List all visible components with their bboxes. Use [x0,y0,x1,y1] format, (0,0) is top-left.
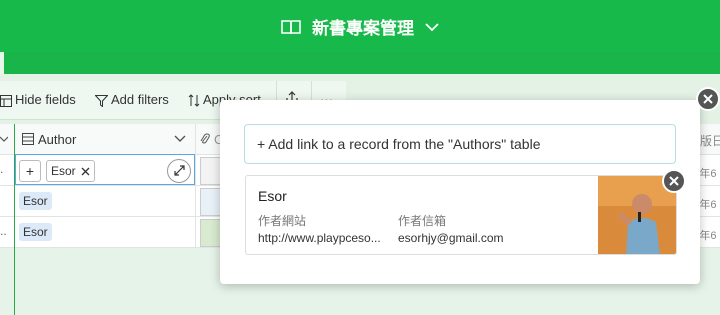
record-field-value: esorhjy@gmail.com [398,231,504,245]
remove-record-button[interactable] [662,169,686,193]
linked-record-chip[interactable]: Esor [19,192,52,210]
close-icon [703,94,713,104]
author-column-header[interactable]: Author [38,132,76,147]
add-link-input[interactable]: + Add link to a record from the "Authors… [244,124,676,164]
base-title[interactable]: 新書專案管理 [0,14,720,39]
cover-thumbnail[interactable] [200,219,222,247]
close-popup-button[interactable] [696,87,720,111]
close-icon [669,176,679,186]
filter-icon [94,94,109,108]
row-stub: . [0,162,4,176]
add-link-button[interactable]: + [19,160,41,182]
add-filters-button[interactable]: Add filters [94,91,169,109]
book-icon [281,19,302,34]
base-title-text: 新書專案管理 [312,19,414,38]
link-field-icon [22,133,34,145]
close-icon[interactable] [81,167,90,176]
frozen-column-edge [14,124,15,315]
app-header: 新書專案管理 [0,0,720,52]
add-filters-label: Add filters [111,92,169,107]
column-divider [195,124,196,248]
cover-thumbnail[interactable] [200,188,222,216]
cover-thumbnail[interactable] [200,157,222,185]
linked-record-card[interactable]: Esor 作者網站 http://www.playpceso... 作者信箱 e… [245,175,677,255]
linked-record-chip[interactable]: Esor [46,160,96,182]
link-record-popup: + Add link to a record from the "Authors… [220,100,700,284]
row-stub: .. [0,224,7,238]
record-field-label: 作者網站 [258,214,307,228]
expand-icon [173,165,185,176]
attachment-icon [200,133,210,144]
chevron-down-icon[interactable] [425,22,439,32]
hide-fields-label: Hide fields [15,92,76,107]
author-cell-editing[interactable]: + Esor [15,154,195,185]
chevron-down-icon[interactable] [0,134,8,144]
chip-label: Esor [51,164,76,178]
record-name: Esor [258,188,287,204]
hide-fields-button[interactable]: Hide fields [0,91,76,109]
record-field-value: http://www.playpceso... [258,231,381,245]
linked-record-chip[interactable]: Esor [19,223,52,241]
expand-cell-button[interactable] [167,159,191,183]
table-tab-strip [0,52,720,74]
active-tab-edge[interactable] [0,52,4,74]
grid-icon [0,94,12,107]
record-field-label: 作者信箱 [398,214,447,228]
chevron-down-icon[interactable] [174,135,186,143]
sort-icon [188,94,200,107]
